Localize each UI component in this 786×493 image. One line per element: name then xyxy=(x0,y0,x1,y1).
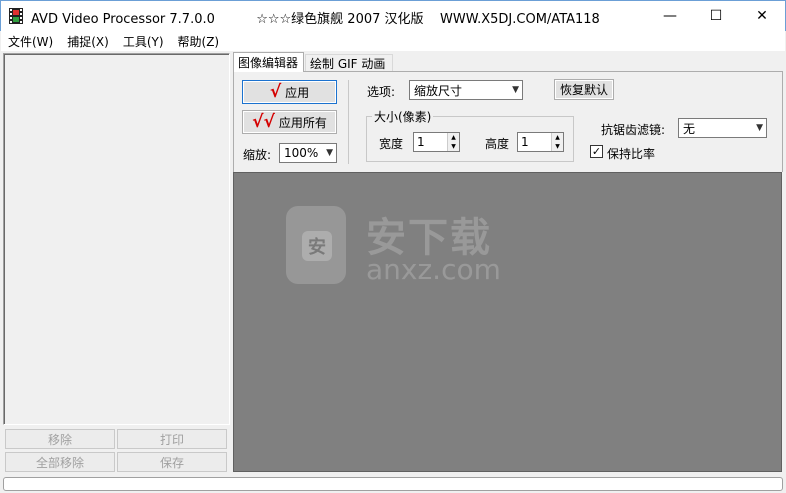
print-button[interactable]: 打印 xyxy=(117,429,227,449)
zoom-label: 缩放: xyxy=(243,148,272,162)
status-bar xyxy=(3,477,783,491)
options-select[interactable]: 缩放尺寸 ▼ xyxy=(409,80,523,100)
apply-all-button[interactable]: √√ 应用所有 xyxy=(242,110,337,134)
menu-capture[interactable]: 捕捉(X) xyxy=(60,31,116,51)
watermark-sub: anxz.com xyxy=(366,253,501,286)
minimize-button[interactable]: — xyxy=(647,1,693,31)
title-bar: AVD Video Processor 7.7.0.0 ☆☆☆绿色旗舰 2007… xyxy=(0,0,786,31)
film-app-icon xyxy=(9,8,23,24)
antialias-value: 无 xyxy=(683,121,696,136)
antialias-label: 抗锯齿滤镜: xyxy=(601,123,666,137)
menu-tools[interactable]: 工具(Y) xyxy=(116,31,171,51)
chevron-down-icon: ▼ xyxy=(326,148,333,158)
spin-up-icon[interactable]: ▲ xyxy=(448,133,459,142)
keep-ratio-checkbox[interactable]: ✓ xyxy=(590,145,603,158)
chevron-down-icon: ▼ xyxy=(512,85,519,95)
width-value: 1 xyxy=(417,135,425,149)
keep-ratio-label: 保持比率 xyxy=(607,147,656,161)
spin-up-icon[interactable]: ▲ xyxy=(552,133,563,142)
save-button[interactable]: 保存 xyxy=(117,452,227,472)
width-label: 宽度 xyxy=(379,137,404,151)
spin-down-icon[interactable]: ▼ xyxy=(552,142,563,151)
height-value: 1 xyxy=(521,135,529,149)
image-preview[interactable]: 安 安下载 anxz.com xyxy=(233,172,782,472)
chevron-down-icon: ▼ xyxy=(756,123,763,133)
menu-file[interactable]: 文件(W) xyxy=(1,31,60,51)
antialias-select[interactable]: 无 ▼ xyxy=(678,118,767,138)
width-stepper[interactable]: 1 ▲ ▼ xyxy=(413,132,460,152)
remove-all-button[interactable]: 全部移除 xyxy=(5,452,115,472)
apply-label: 应用 xyxy=(285,85,310,100)
size-group-title: 大小(像素) xyxy=(372,108,434,125)
tab-gif-animation[interactable]: 绘制 GIF 动画 xyxy=(305,54,393,72)
close-button[interactable]: ✕ xyxy=(739,1,785,31)
check-mark-icon: √ xyxy=(269,82,282,102)
spin-down-icon[interactable]: ▼ xyxy=(448,142,459,151)
zoom-value: 100% xyxy=(284,146,319,160)
file-list[interactable] xyxy=(3,53,230,425)
menu-bar: 文件(W) 捕捉(X) 工具(Y) 帮助(Z) xyxy=(1,31,785,51)
restore-default-button[interactable]: 恢复默认 xyxy=(554,79,614,100)
maximize-button[interactable]: ☐ xyxy=(693,1,739,31)
menu-help[interactable]: 帮助(Z) xyxy=(171,31,227,51)
zoom-select[interactable]: 100% ▼ xyxy=(279,143,337,163)
tab-image-editor[interactable]: 图像编辑器 xyxy=(233,52,304,72)
apply-all-label: 应用所有 xyxy=(278,115,327,130)
divider xyxy=(348,80,349,164)
window-title: AVD Video Processor 7.7.0.0 ☆☆☆绿色旗舰 2007… xyxy=(31,12,600,27)
height-stepper[interactable]: 1 ▲ ▼ xyxy=(517,132,564,152)
remove-button[interactable]: 移除 xyxy=(5,429,115,449)
double-check-mark-icon: √√ xyxy=(252,112,275,132)
watermark-logo-char: 安 xyxy=(302,231,332,261)
apply-button[interactable]: √ 应用 xyxy=(242,80,337,104)
options-value: 缩放尺寸 xyxy=(414,83,463,98)
options-label: 选项: xyxy=(367,85,396,99)
height-label: 高度 xyxy=(485,137,510,151)
